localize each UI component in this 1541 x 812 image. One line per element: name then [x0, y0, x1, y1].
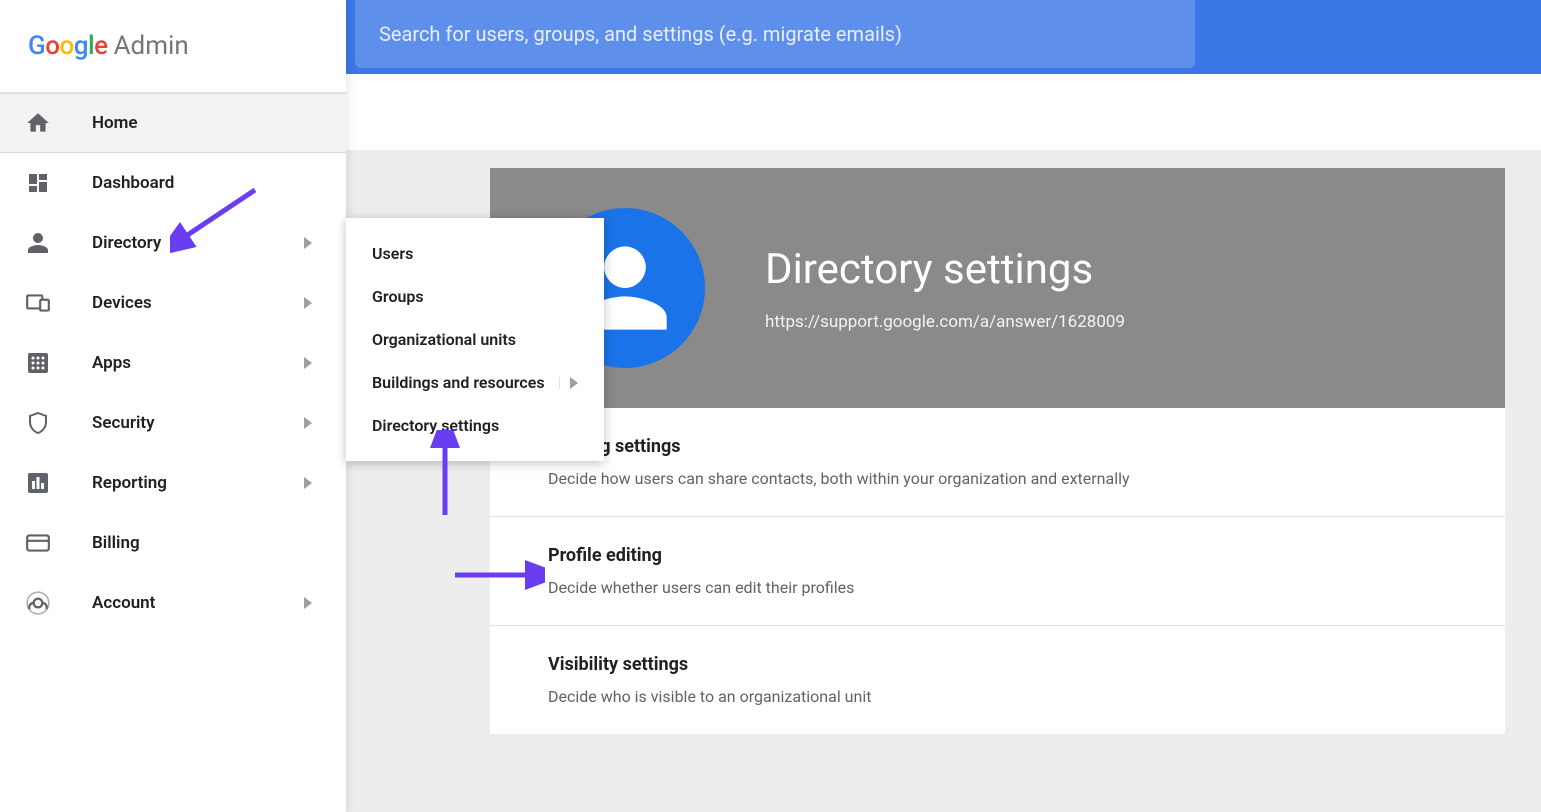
chevron-right-icon [304, 237, 312, 249]
hero-banner: Directory settings https://support.googl… [490, 168, 1505, 408]
sidebar-item-home[interactable]: Home [0, 93, 346, 153]
chevron-right-icon [304, 297, 312, 309]
sidebar-item-label: Reporting [92, 473, 167, 493]
hero-text: Directory settings https://support.googl… [765, 245, 1125, 332]
card-desc: Decide how users can share contacts, bot… [548, 469, 1447, 488]
card-visibility-settings[interactable]: Visibility settings Decide who is visibl… [490, 626, 1505, 734]
account-icon [24, 589, 52, 617]
sidebar-item-label: Security [92, 413, 155, 433]
annotation-arrow-directory-settings [425, 430, 465, 520]
submenu-item-label: Buildings and resources [372, 373, 545, 392]
apps-icon [24, 349, 52, 377]
sidebar-item-label: Devices [92, 293, 152, 313]
page-title: Directory settings [765, 245, 1125, 294]
sidebar-item-label: Account [92, 593, 155, 613]
sidebar-item-label: Billing [92, 533, 140, 553]
annotation-arrow-profile-editing [450, 560, 545, 590]
admin-label: Admin [114, 31, 189, 61]
card-profile-editing[interactable]: Profile editing Decide whether users can… [490, 517, 1505, 626]
sidebar-item-apps[interactable]: Apps [0, 333, 346, 393]
sidebar-item-label: Home [92, 113, 138, 133]
devices-icon [24, 289, 52, 317]
card-title: Visibility settings [548, 654, 1447, 675]
chevron-right-icon [304, 477, 312, 489]
person-icon [24, 229, 52, 257]
card-sharing-settings[interactable]: Sharing settings Decide how users can sh… [490, 408, 1505, 517]
card-title: Profile editing [548, 545, 1447, 566]
google-logo: Google [28, 31, 108, 61]
search-box[interactable] [355, 0, 1195, 68]
sidebar: Google Admin Home Dashboard Directory De… [0, 0, 346, 812]
submenu-item-users[interactable]: Users [346, 232, 604, 275]
submenu-item-label: Organizational units [372, 330, 516, 349]
reporting-icon [24, 469, 52, 497]
submenu-item-groups[interactable]: Groups [346, 275, 604, 318]
logo-area: Google Admin [0, 0, 346, 93]
chevron-right-icon [304, 357, 312, 369]
dashboard-icon [24, 169, 52, 197]
sidebar-item-label: Apps [92, 353, 131, 373]
card-title: Sharing settings [548, 436, 1447, 457]
card-desc: Decide who is visible to an organization… [548, 687, 1447, 706]
search-input[interactable] [379, 22, 1171, 46]
sidebar-item-billing[interactable]: Billing [0, 513, 346, 573]
directory-submenu: Users Groups Organizational units Buildi… [346, 218, 604, 461]
home-icon [24, 109, 52, 137]
sidebar-item-account[interactable]: Account [0, 573, 346, 633]
submenu-item-buildings[interactable]: Buildings and resources [346, 361, 604, 404]
sidebar-item-reporting[interactable]: Reporting [0, 453, 346, 513]
submenu-item-label: Groups [372, 287, 424, 306]
chevron-right-icon [559, 377, 578, 389]
settings-cards: Sharing settings Decide how users can sh… [490, 408, 1505, 734]
help-url[interactable]: https://support.google.com/a/answer/1628… [765, 312, 1125, 332]
sidebar-item-label: Directory [92, 233, 161, 253]
sidebar-item-label: Dashboard [92, 173, 174, 193]
shield-icon [24, 409, 52, 437]
chevron-right-icon [304, 597, 312, 609]
submenu-item-label: Users [372, 244, 413, 263]
sidebar-item-security[interactable]: Security [0, 393, 346, 453]
submenu-item-directory-settings[interactable]: Directory settings [346, 404, 604, 447]
card-desc: Decide whether users can edit their prof… [548, 578, 1447, 597]
billing-icon [24, 529, 52, 557]
chevron-right-icon [304, 417, 312, 429]
submenu-item-org-units[interactable]: Organizational units [346, 318, 604, 361]
annotation-arrow-directory [170, 185, 260, 255]
sidebar-item-devices[interactable]: Devices [0, 273, 346, 333]
